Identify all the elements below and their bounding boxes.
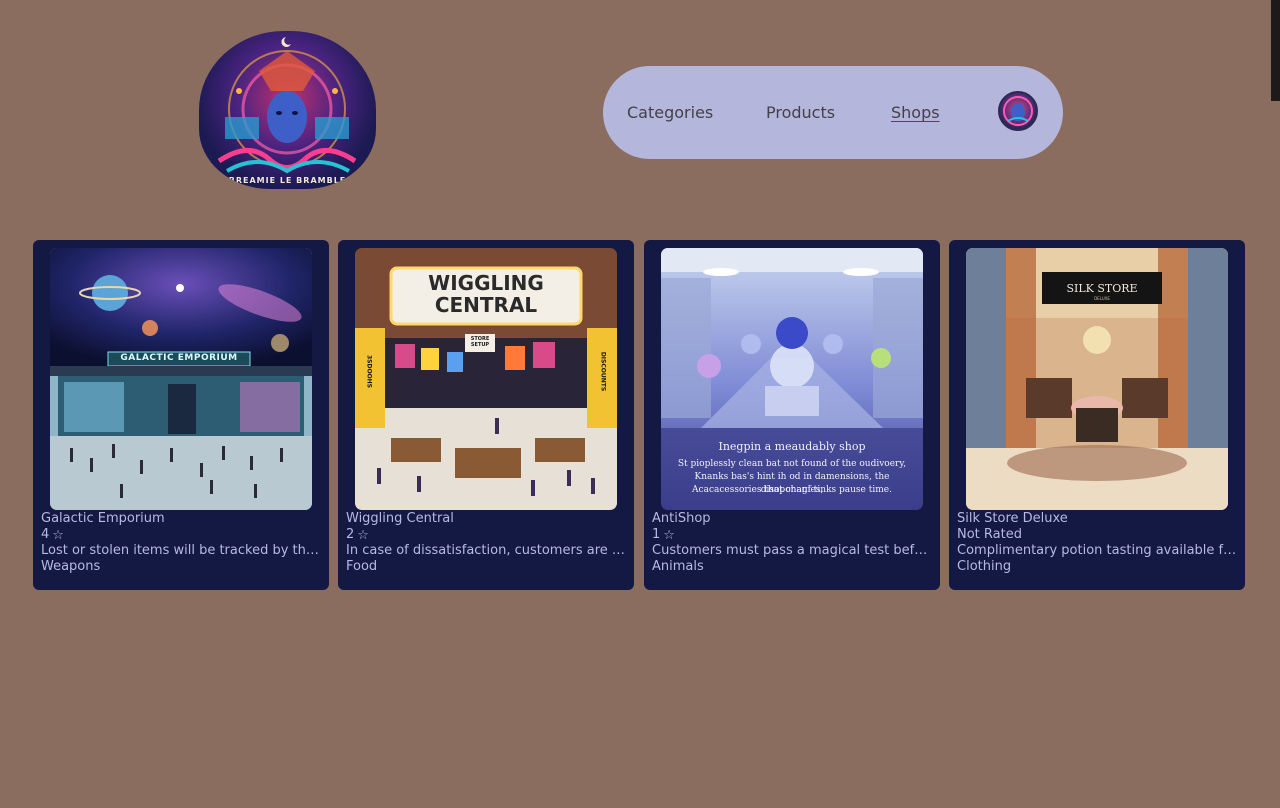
user-avatar[interactable]	[998, 91, 1038, 131]
galaxy-storefront-icon	[50, 248, 312, 510]
nav-products[interactable]: Products	[766, 103, 835, 122]
shop-category: Food	[346, 559, 378, 574]
shop-card[interactable]: GALACTIC EMPORIUM Galactic Emporium 4 ☆ …	[33, 240, 329, 590]
shop-image[interactable]: Inegpin a meaudably shop St pioplessly c…	[661, 248, 923, 510]
main-nav: Categories Products Shops	[603, 66, 1063, 159]
avatar-art-icon	[1003, 96, 1033, 126]
shop-card[interactable]: SILK STORE DELUXE Silk Store Deluxe Not …	[949, 240, 1245, 590]
rating-value: Not Rated	[957, 527, 1022, 542]
page: BREAMIE LE BRAMBLE Categories Products S…	[0, 0, 1280, 808]
rating-value: 4	[41, 527, 50, 542]
store-setup-sign: STORE SETUP	[470, 336, 490, 348]
shop-name: Silk Store Deluxe	[957, 511, 1068, 526]
shop-rating: 4 ☆	[41, 527, 321, 543]
shop-description: Lost or stolen items will be tracked by …	[41, 543, 321, 558]
shop-card[interactable]: WIGGLING CENTRAL STORE SETUP 3SDOOHS DIS…	[338, 240, 634, 590]
rating-value: 2	[346, 527, 355, 542]
star-icon: ☆	[663, 527, 675, 543]
shop-rating: Not Rated	[957, 527, 1237, 543]
shop-description: Complimentary potion tasting available f…	[957, 543, 1237, 558]
shop-category: Clothing	[957, 559, 1012, 574]
logo-art-icon	[217, 37, 357, 174]
star-icon: ☆	[52, 527, 64, 543]
shop-image[interactable]: WIGGLING CENTRAL STORE SETUP 3SDOOHS DIS…	[355, 248, 617, 510]
brand-logo[interactable]: BREAMIE LE BRAMBLE	[199, 31, 376, 189]
wiggling-central-sign: WIGGLING CENTRAL	[428, 271, 544, 317]
image-caption-line: St pioplessly clean bat not found of the…	[677, 459, 907, 469]
shop-rating: 1 ☆	[652, 527, 932, 543]
shop-description: In case of dissatisfaction, customers ar…	[346, 543, 626, 558]
shop-name: AntiShop	[652, 511, 711, 526]
logo-text: BREAMIE LE BRAMBLE	[228, 176, 347, 185]
shop-rating: 2 ☆	[346, 527, 626, 543]
galactic-emporium-sign: GALACTIC EMPORIUM	[120, 353, 238, 363]
right-side-sign: DISCOUNTS	[599, 351, 607, 392]
left-side-sign: 3SDOOHS	[365, 354, 373, 389]
shop-name: Wiggling Central	[346, 511, 454, 526]
shop-description: Customers must pass a magical test befor…	[652, 543, 932, 558]
shop-category: Animals	[652, 559, 704, 574]
silk-store-sign: SILK STORE	[1066, 282, 1138, 295]
shop-card[interactable]: Inegpin a meaudably shop St pioplessly c…	[644, 240, 940, 590]
shop-name: Galactic Emporium	[41, 511, 165, 526]
nav-categories[interactable]: Categories	[627, 103, 713, 122]
window-edge	[1271, 0, 1280, 101]
shop-image[interactable]: SILK STORE DELUXE	[966, 248, 1228, 510]
shop-category: Weapons	[41, 559, 101, 574]
image-caption-line: Acacacessories that chagf tinks pause ti…	[692, 485, 892, 495]
silk-store-subsign: DELUXE	[1094, 296, 1110, 301]
rating-value: 1	[652, 527, 661, 542]
nav-shops[interactable]: Shops	[891, 103, 940, 122]
star-icon: ☆	[357, 527, 369, 543]
shop-image[interactable]: GALACTIC EMPORIUM	[50, 248, 312, 510]
image-caption-title: Inegpin a meaudably shop	[718, 440, 866, 453]
